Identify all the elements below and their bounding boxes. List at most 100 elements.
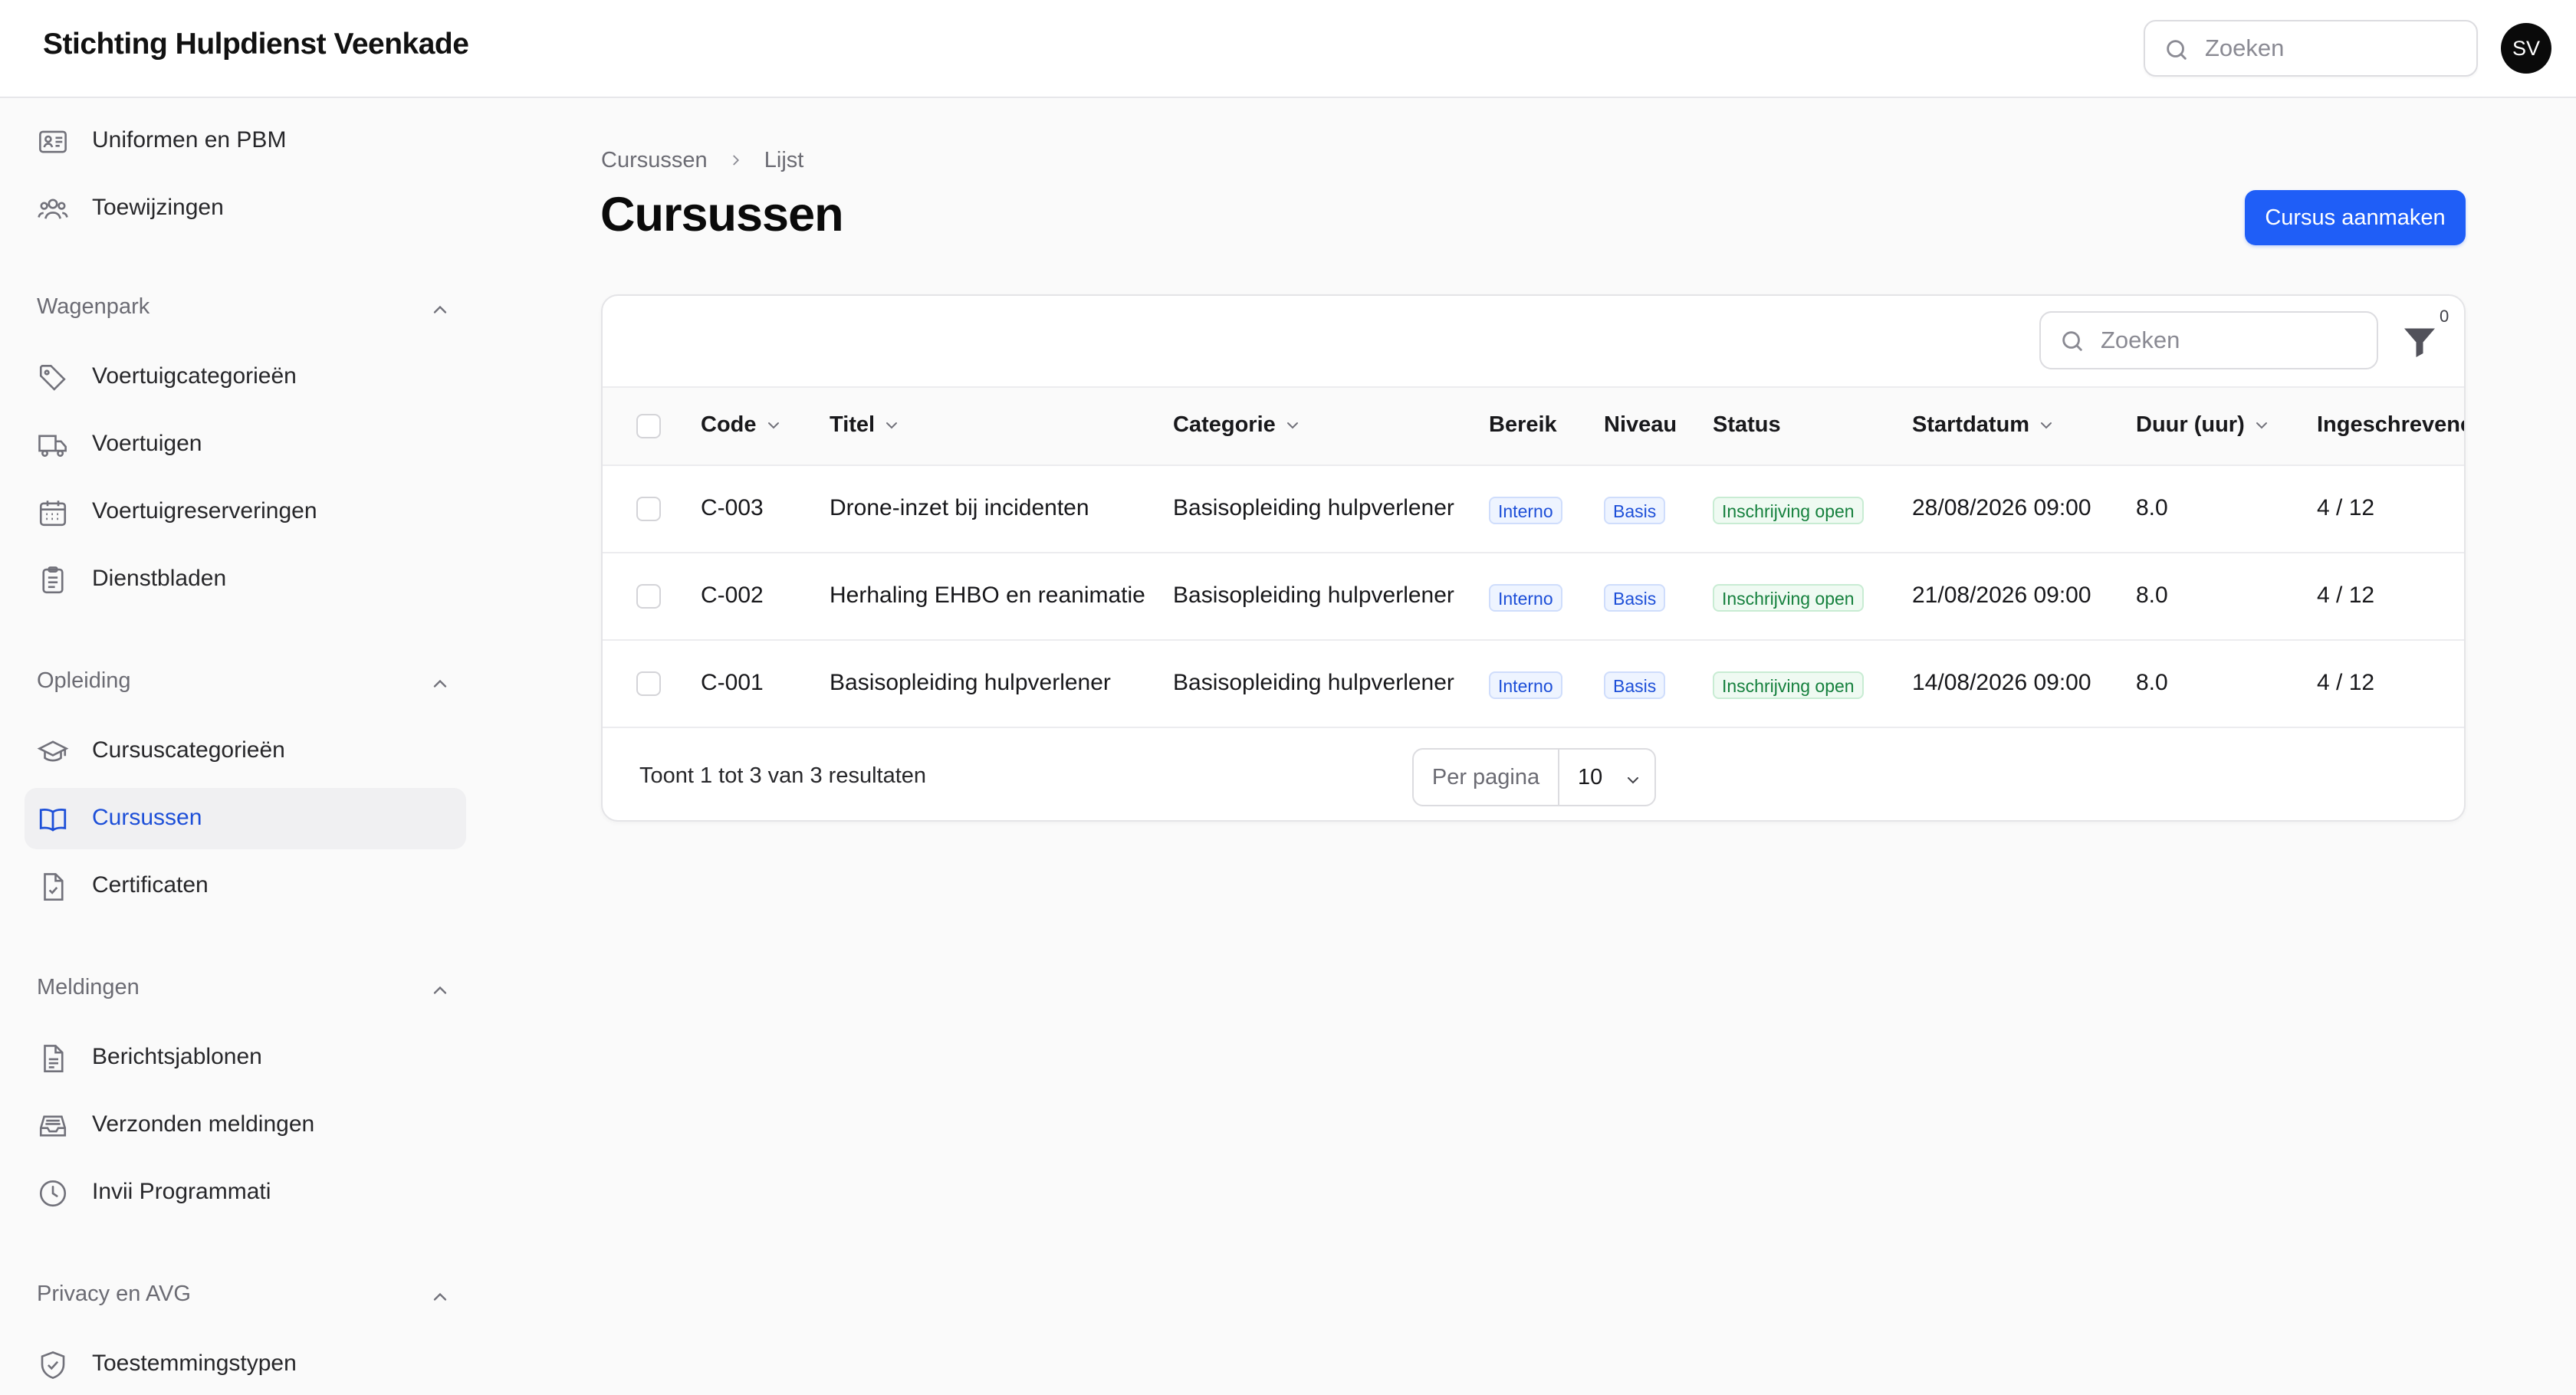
sidebar-item-berichtsjablonen[interactable]: Berichtsjablonen [25, 1027, 466, 1088]
sidebar-item-invii-programmati[interactable]: Invii Programmati [25, 1162, 466, 1223]
table-search-input[interactable] [2101, 313, 2367, 368]
column-label: Duur (uur) [2136, 412, 2245, 437]
sidebar-item-label: Invii Programmati [92, 1179, 271, 1204]
truck-icon [38, 435, 67, 457]
sidebar-item-label: Cursuscategorieën [92, 737, 285, 763]
document-text-icon [44, 1045, 64, 1072]
column-header-niveau: Niveau [1604, 412, 1677, 437]
sidebar-item-uniformen[interactable]: Uniformen en PBM [25, 110, 466, 172]
row-checkbox[interactable] [636, 671, 661, 696]
sidebar-item-label: Cursussen [92, 805, 202, 830]
breadcrumb-current: Lijst [764, 147, 804, 172]
cell-categorie: Basisopleiding hulpverlener [1173, 495, 1454, 520]
sidebar-item-toestemmingstypen[interactable]: Toestemmingstypen [25, 1334, 466, 1395]
row-checkbox[interactable] [636, 584, 661, 609]
cell-titel: Basisopleiding hulpverlener [830, 670, 1111, 695]
cell-ingeschrevenen: 4 / 12 [2317, 670, 2375, 695]
per-page-value: 10 [1578, 765, 1603, 789]
cell-titel: Drone-inzet bij incidenten [830, 495, 1089, 520]
sidebar-item-dienstbladen[interactable]: Dienstbladen [25, 549, 466, 610]
cell-titel: Herhaling EHBO en reanimatie [830, 583, 1145, 608]
select-all-checkbox[interactable] [636, 414, 661, 438]
sidebar-item-label: Verzonden meldingen [92, 1111, 315, 1137]
book-open-icon [39, 809, 67, 832]
sidebar-group-label: Meldingen [37, 975, 140, 999]
id-card-icon [39, 130, 67, 153]
sidebar-item-label: Voertuigcategorieën [92, 363, 297, 389]
status-badge: Inschrijving open [1713, 497, 1864, 524]
sidebar-group-label: Opleiding [37, 668, 131, 693]
column-header-bereik: Bereik [1489, 412, 1557, 437]
column-header-startdatum[interactable]: Startdatum [1912, 412, 2055, 438]
search-icon [2062, 331, 2082, 351]
cell-duur: 8.0 [2136, 670, 2168, 695]
badge-bereik: Interno [1489, 671, 1562, 699]
top-bar: Stichting Hulpdienst Veenkade SV [0, 0, 2576, 98]
table-row[interactable]: C-002 Herhaling EHBO en reanimatie Basis… [603, 553, 2464, 641]
sidebar-item-label: Certificaten [92, 872, 209, 898]
sidebar-item-label: Toewijzingen [92, 195, 224, 220]
sidebar-item-label: Berichtsjablonen [92, 1044, 262, 1069]
sidebar-group-opleiding[interactable]: Opleiding [37, 659, 451, 705]
sidebar-item-toewijzingen[interactable]: Toewijzingen [25, 178, 466, 239]
column-header-titel[interactable]: Titel [830, 412, 901, 438]
status-badge: Inschrijving open [1713, 671, 1864, 699]
sidebar-group-privacy[interactable]: Privacy en AVG [37, 1272, 451, 1318]
column-header-code[interactable]: Code [701, 412, 783, 438]
sidebar-item-label: Dienstbladen [92, 566, 227, 591]
cell-startdatum: 21/08/2026 09:00 [1912, 583, 2091, 608]
app-title[interactable]: Stichting Hulpdienst Veenkade [43, 28, 469, 61]
sidebar-group-label: Wagenpark [37, 294, 150, 319]
sidebar-item-label: Voertuigreserveringen [92, 498, 317, 524]
chevron-up-icon [433, 986, 447, 994]
sidebar-group-wagenpark[interactable]: Wagenpark [37, 285, 451, 331]
sidebar-item-voertuigreserveringen[interactable]: Voertuigreserveringen [25, 481, 466, 543]
cell-code: C-002 [701, 583, 764, 608]
column-header-categorie[interactable]: Categorie [1173, 412, 1302, 438]
table-row[interactable]: C-001 Basisopleiding hulpverlener Basiso… [603, 641, 2464, 728]
cell-startdatum: 14/08/2026 09:00 [1912, 670, 2091, 695]
chevron-down-icon [2041, 422, 2052, 429]
chevron-down-icon [886, 422, 898, 429]
status-badge: Inschrijving open [1713, 584, 1864, 612]
sidebar-item-cursussen[interactable]: Cursussen [25, 788, 466, 849]
sidebar-item-voertuigcategorieen[interactable]: Voertuigcategorieën [25, 346, 466, 408]
global-search[interactable] [2144, 20, 2478, 77]
sidebar-item-certificaten[interactable]: Certificaten [25, 855, 466, 917]
clock-icon [39, 1180, 67, 1207]
cell-categorie: Basisopleiding hulpverlener [1173, 583, 1454, 608]
breadcrumb: Cursussen Lijst [601, 147, 803, 173]
user-avatar[interactable]: SV [2501, 23, 2551, 74]
table-row[interactable]: C-003 Drone-inzet bij incidenten Basisop… [603, 466, 2464, 553]
cell-code: C-003 [701, 495, 764, 520]
cell-duur: 8.0 [2136, 495, 2168, 520]
column-label: Titel [830, 412, 876, 437]
chevron-up-icon [433, 679, 447, 688]
global-search-input[interactable] [2205, 21, 2467, 75]
sidebar-group-meldingen[interactable]: Meldingen [37, 966, 451, 1012]
sidebar: Uniformen en PBM Toewijzingen Wagenpark … [0, 98, 491, 1380]
graduation-cap-icon [37, 740, 69, 762]
column-label: Code [701, 412, 757, 437]
cell-duur: 8.0 [2136, 583, 2168, 608]
sidebar-group-label: Privacy en AVG [37, 1282, 191, 1306]
chevron-down-icon [767, 422, 779, 429]
per-page-select[interactable]: Per pagina 10 [1412, 748, 1656, 806]
chevron-down-icon [1628, 777, 1638, 784]
filter-icon[interactable] [2397, 319, 2443, 365]
sidebar-item-voertuigen[interactable]: Voertuigen [25, 414, 466, 475]
column-header-duur[interactable]: Duur (uur) [2136, 412, 2271, 438]
table-search[interactable] [2039, 311, 2378, 369]
tag-icon [39, 364, 66, 391]
sidebar-item-cursuscategorieen[interactable]: Cursuscategorieën [25, 720, 466, 782]
cell-ingeschrevenen: 4 / 12 [2317, 583, 2375, 608]
breadcrumb-parent[interactable]: Cursussen [601, 148, 708, 172]
create-course-button[interactable]: Cursus aanmaken [2245, 190, 2466, 245]
sidebar-item-verzonden-meldingen[interactable]: Verzonden meldingen [25, 1095, 466, 1156]
column-label: Categorie [1173, 412, 1276, 437]
per-page-label: Per pagina [1414, 750, 1559, 805]
row-checkbox[interactable] [636, 497, 661, 521]
cell-ingeschrevenen: 4 / 12 [2317, 495, 2375, 520]
cell-categorie: Basisopleiding hulpverlener [1173, 670, 1454, 695]
sidebar-item-label: Uniformen en PBM [92, 127, 287, 153]
